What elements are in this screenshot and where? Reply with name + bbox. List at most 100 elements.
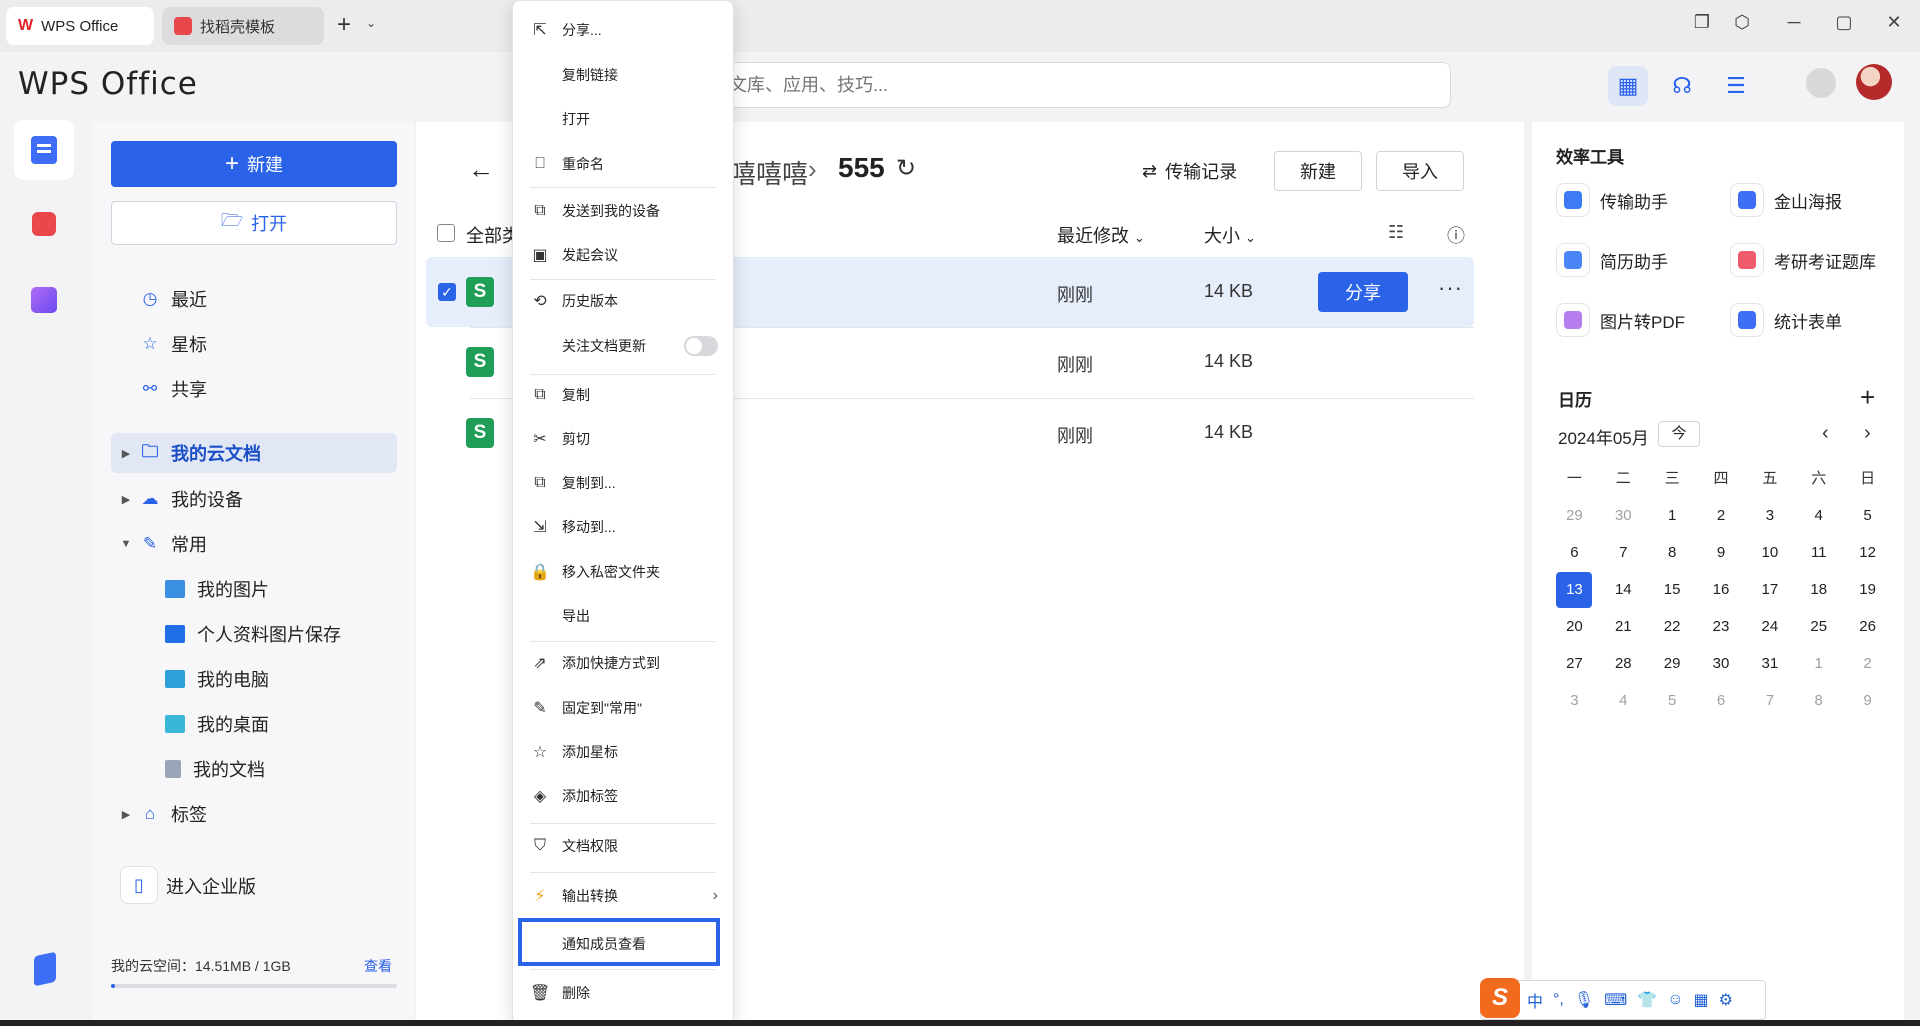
calendar-day[interactable]: 1 — [1648, 497, 1697, 534]
calendar-day[interactable]: 10 — [1745, 534, 1794, 571]
menu-item-cut[interactable]: ✂ 剪切 — [522, 421, 722, 457]
open-button[interactable]: 🗁 打开 — [111, 201, 397, 245]
menu-lines-icon[interactable]: ☰ — [1716, 66, 1756, 106]
calendar-day[interactable]: 25 — [1794, 608, 1843, 645]
menu-item-start-meeting[interactable]: ▣ 发起会议 — [522, 237, 722, 273]
share-button[interactable]: 分享 — [1318, 272, 1408, 312]
col-modified-header[interactable]: 最近修改 ⌄ — [1057, 222, 1145, 248]
avatar[interactable] — [1856, 64, 1892, 100]
calendar-day[interactable]: 8 — [1648, 534, 1697, 571]
import-button[interactable]: 导入 — [1376, 151, 1464, 191]
menu-item-send-to-device[interactable]: ⧉ 发送到我的设备 — [522, 193, 722, 229]
follow-updates-toggle[interactable] — [684, 336, 718, 356]
nav-item-my-cloud-docs[interactable]: ▶ 🗀 我的云文档 — [111, 433, 397, 473]
keyboard-icon[interactable]: ⌨ — [1604, 990, 1627, 1010]
view-settings-icon[interactable]: ☷ — [1388, 222, 1404, 243]
nav-item-my-documents[interactable]: 我的文档 — [111, 749, 397, 789]
search-box[interactable] — [700, 62, 1451, 108]
prev-month-icon[interactable]: ‹ — [1822, 422, 1829, 445]
calendar-day[interactable]: 9 — [1843, 682, 1892, 719]
menu-item-export[interactable]: 导出 — [522, 598, 722, 634]
nav-item-my-pictures[interactable]: 我的图片 — [111, 569, 397, 609]
tool-resume-assistant[interactable]: 简历助手 — [1556, 240, 1668, 280]
minimize-icon[interactable]: ─ — [1782, 12, 1806, 33]
toolbox-icon[interactable]: ▦ — [1694, 990, 1709, 1010]
calendar-day[interactable]: 14 — [1599, 571, 1648, 608]
calendar-day[interactable]: 3 — [1745, 497, 1794, 534]
nav-item-shared[interactable]: ⚯ 共享 — [111, 369, 397, 409]
breadcrumb-parent[interactable]: 嘻嘻嘻 — [730, 154, 808, 191]
rail-bottom-doc-icon[interactable] — [34, 951, 56, 987]
rail-apps[interactable] — [14, 270, 74, 330]
nav-item-my-devices[interactable]: ▶ ☁ 我的设备 — [111, 479, 397, 519]
col-size-header[interactable]: 大小 ⌄ — [1204, 222, 1256, 248]
menu-item-copy-link[interactable]: 复制链接 — [522, 57, 722, 93]
settings-gear-icon[interactable]: ⚙ — [1719, 990, 1733, 1010]
menu-item-open[interactable]: 打开 — [522, 101, 722, 137]
calendar-day[interactable]: 19 — [1843, 571, 1892, 608]
menu-item-rename[interactable]: ⎕ 重命名 — [522, 146, 722, 182]
menu-item-doc-permissions[interactable]: ⛉ 文档权限 — [522, 828, 722, 864]
tool-image-to-pdf[interactable]: 图片转PDF — [1556, 300, 1685, 340]
main-new-button[interactable]: 新建 — [1274, 151, 1362, 191]
menu-item-add-tag[interactable]: ◈ 添加标签 — [522, 778, 722, 814]
tab-list-chevron-icon[interactable]: ⌄ — [366, 16, 376, 30]
search-input[interactable] — [701, 63, 1450, 107]
nav-item-my-desktop[interactable]: 我的桌面 — [111, 704, 397, 744]
tab-docer-templates[interactable]: 找稻壳模板 — [162, 7, 324, 45]
rail-docer[interactable] — [14, 194, 74, 254]
enterprise-icon[interactable]: ▯ — [120, 866, 158, 904]
calendar-day[interactable]: 21 — [1599, 608, 1648, 645]
calendar-day[interactable]: 12 — [1843, 534, 1892, 571]
calendar-day[interactable]: 5 — [1648, 682, 1697, 719]
calendar-day[interactable]: 18 — [1794, 571, 1843, 608]
calendar-day[interactable]: 27 — [1550, 645, 1599, 682]
membership-shield-icon[interactable] — [1806, 68, 1836, 98]
expand-arrow-icon[interactable]: ▶ — [119, 808, 133, 821]
menu-item-copy[interactable]: ⧉ 复制 — [522, 377, 722, 413]
menu-item-copy-to[interactable]: ⧉ 复制到... — [522, 465, 722, 501]
menu-item-add-shortcut[interactable]: ⇗ 添加快捷方式到 — [522, 645, 722, 681]
menu-item-move-to[interactable]: ⇲ 移动到... — [522, 509, 722, 545]
nav-item-profile-pictures[interactable]: 个人资料图片保存 — [111, 614, 397, 654]
calendar-day[interactable]: 30 — [1697, 645, 1746, 682]
back-arrow-icon[interactable]: ← — [468, 154, 494, 185]
calendar-day[interactable]: 29 — [1648, 645, 1697, 682]
tool-kingsoft-poster[interactable]: 金山海报 — [1730, 180, 1842, 220]
calendar-day[interactable]: 16 — [1697, 571, 1746, 608]
app-grid-icon[interactable]: ▦ — [1608, 66, 1648, 106]
skin-icon[interactable]: 👕 — [1637, 990, 1657, 1010]
cube-icon[interactable]: ⬡ — [1730, 12, 1754, 33]
close-icon[interactable]: ✕ — [1882, 12, 1906, 33]
expand-arrow-icon[interactable]: ▶ — [119, 447, 133, 460]
calendar-day[interactable]: 8 — [1794, 682, 1843, 719]
emoji-icon[interactable]: ☺ — [1667, 991, 1683, 1009]
calendar-day[interactable]: 2 — [1697, 497, 1746, 534]
headset-icon[interactable]: ☊ — [1662, 66, 1702, 106]
tool-stats-form[interactable]: 统计表单 — [1730, 300, 1842, 340]
menu-item-share[interactable]: ⇱ 分享... — [522, 12, 722, 48]
refresh-icon[interactable]: ↻ — [896, 154, 916, 183]
calendar-day[interactable]: 24 — [1745, 608, 1794, 645]
ime-punctuation[interactable]: °, — [1553, 991, 1564, 1009]
calendar-day[interactable]: 7 — [1599, 534, 1648, 571]
calendar-day[interactable]: 13 — [1550, 571, 1599, 608]
enterprise-link[interactable]: 进入企业版 — [166, 873, 256, 899]
tool-exam-bank[interactable]: 考研考证题库 — [1730, 240, 1876, 280]
new-button[interactable]: + 新建 — [111, 141, 397, 187]
more-options-icon[interactable]: ··· — [1438, 275, 1463, 301]
view-quota-link[interactable]: 查看 — [364, 956, 392, 976]
ime-toolbar[interactable]: 中 °, 🎙 ⌨ 👕 ☺ ▦ ⚙ — [1480, 980, 1766, 1020]
menu-item-follow-updates[interactable]: 关注文档更新 — [522, 328, 722, 364]
calendar-day[interactable]: 28 — [1599, 645, 1648, 682]
calendar-day[interactable]: 9 — [1697, 534, 1746, 571]
today-button[interactable]: 今 — [1658, 421, 1700, 447]
calendar-day[interactable]: 2 — [1843, 645, 1892, 682]
calendar-day[interactable]: 11 — [1794, 534, 1843, 571]
calendar-day[interactable]: 15 — [1648, 571, 1697, 608]
tab-wps-office[interactable]: W WPS Office — [6, 7, 154, 45]
new-tab-plus-icon[interactable]: + — [337, 12, 351, 38]
add-event-plus-icon[interactable]: + — [1860, 382, 1875, 413]
calendar-day[interactable]: 20 — [1550, 608, 1599, 645]
nav-item-recent[interactable]: ◷ 最近 — [111, 279, 397, 319]
